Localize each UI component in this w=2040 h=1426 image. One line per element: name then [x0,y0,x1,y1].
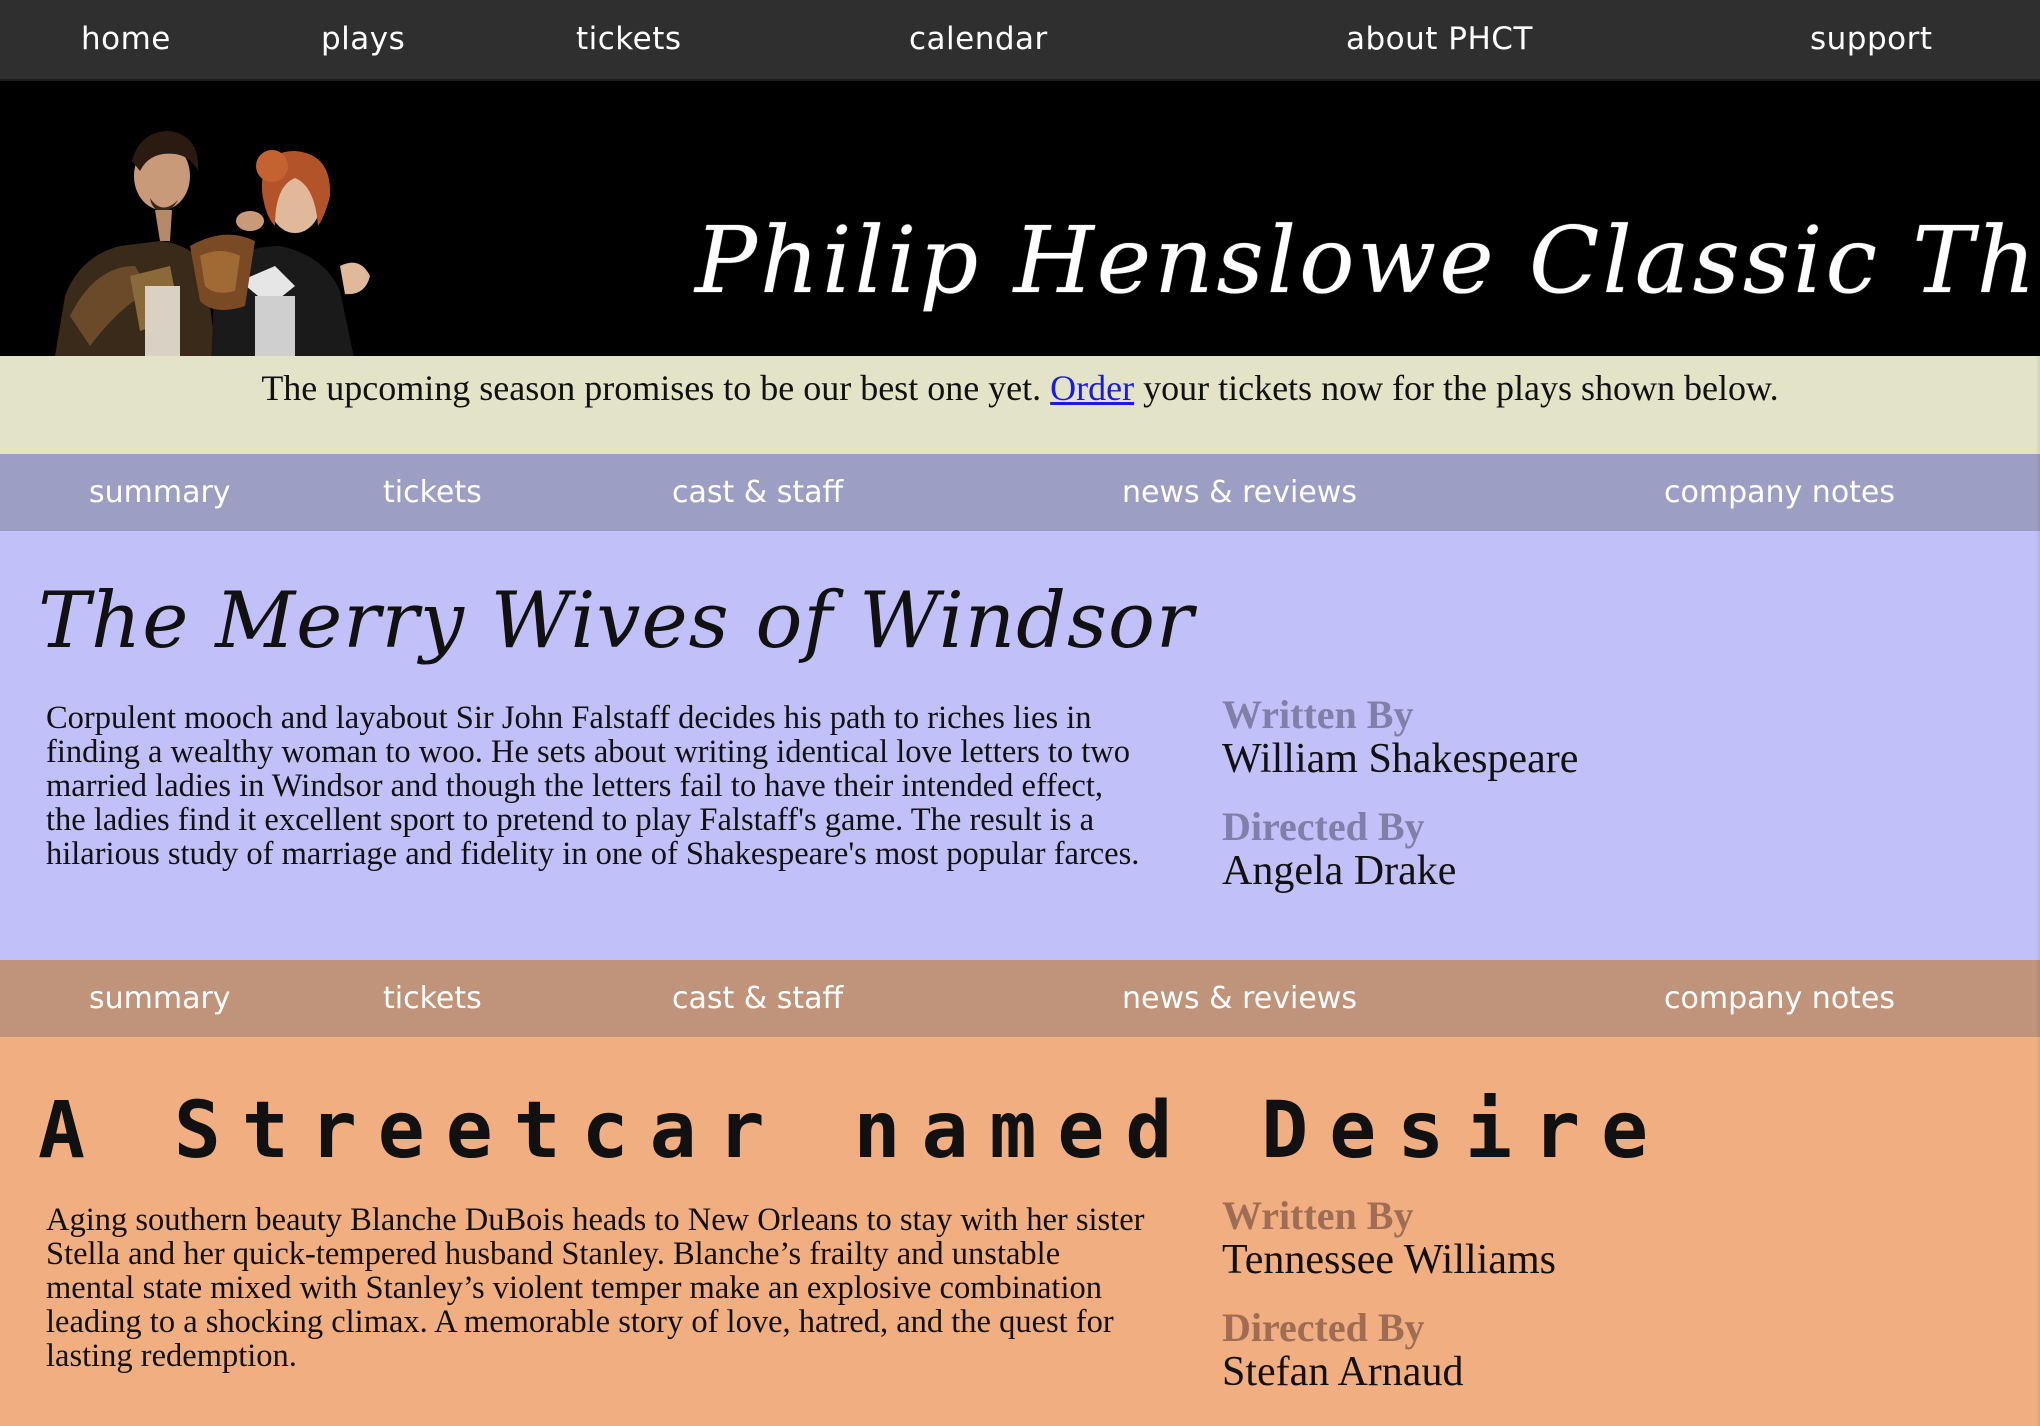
nav-calendar-link[interactable]: calendar [909,17,1048,61]
scroll-edge-shadow [2036,81,2040,1426]
play1-writer: William Shakespeare [1222,736,1579,782]
site-banner: Philip Henslowe Classic Theatre [0,81,2040,356]
actors-photo [55,131,370,356]
top-nav: home plays tickets calendar about PHCT s… [0,0,2040,81]
play2-section: A Streetcar named Desire Aging southern … [0,1037,2040,1426]
nav-tickets-link[interactable]: tickets [576,17,682,61]
promo-text: The upcoming season promises to be our b… [0,360,2040,416]
site-title: Philip Henslowe Classic Theatre [695,207,2040,314]
play2-tickets-link[interactable]: tickets [383,977,482,1021]
play2-writer: Tennessee Williams [1222,1237,1557,1283]
play1-tickets-link[interactable]: tickets [383,471,482,515]
play2-summary: Aging southern beauty Blanche DuBois hea… [46,1202,1145,1374]
play2-subnav: summary tickets cast & staff news & revi… [0,960,2040,1037]
play2-title: A Streetcar named Desire [38,1086,1670,1176]
promo-text-before: The upcoming season promises to be our b… [261,368,1051,408]
play2-written-label: Written By [1222,1193,1414,1238]
nav-about-link[interactable]: about PHCT [1346,17,1533,61]
play1-cast-staff-link[interactable]: cast & staff [672,471,843,515]
nav-home-link[interactable]: home [81,17,171,61]
play2-director: Stefan Arnaud [1222,1349,1464,1395]
play1-company-notes-link[interactable]: company notes [1664,471,1895,515]
promo-strip: The upcoming season promises to be our b… [0,356,2040,454]
play1-written-label: Written By [1222,692,1414,737]
play1-news-reviews-link[interactable]: news & reviews [1122,471,1357,515]
play1-director: Angela Drake [1222,848,1457,894]
promo-text-after: your tickets now for the plays shown bel… [1134,368,1779,408]
play2-directed-label: Directed By [1222,1305,1425,1350]
play1-section: The Merry Wives of Windsor Corpulent moo… [0,531,2040,960]
play1-subnav: summary tickets cast & staff news & revi… [0,454,2040,531]
play1-directed-label: Directed By [1222,804,1425,849]
play2-summary-link[interactable]: summary [89,977,231,1021]
play2-news-reviews-link[interactable]: news & reviews [1122,977,1357,1021]
order-link[interactable]: Order [1050,368,1134,408]
play2-company-notes-link[interactable]: company notes [1664,977,1895,1021]
play1-summary-link[interactable]: summary [89,471,231,515]
play1-summary: Corpulent mooch and layabout Sir John Fa… [46,700,1140,872]
nav-support-link[interactable]: support [1810,17,1933,61]
nav-plays-link[interactable]: plays [321,17,405,61]
play2-cast-staff-link[interactable]: cast & staff [672,977,843,1021]
play1-title: The Merry Wives of Windsor [38,576,1195,666]
